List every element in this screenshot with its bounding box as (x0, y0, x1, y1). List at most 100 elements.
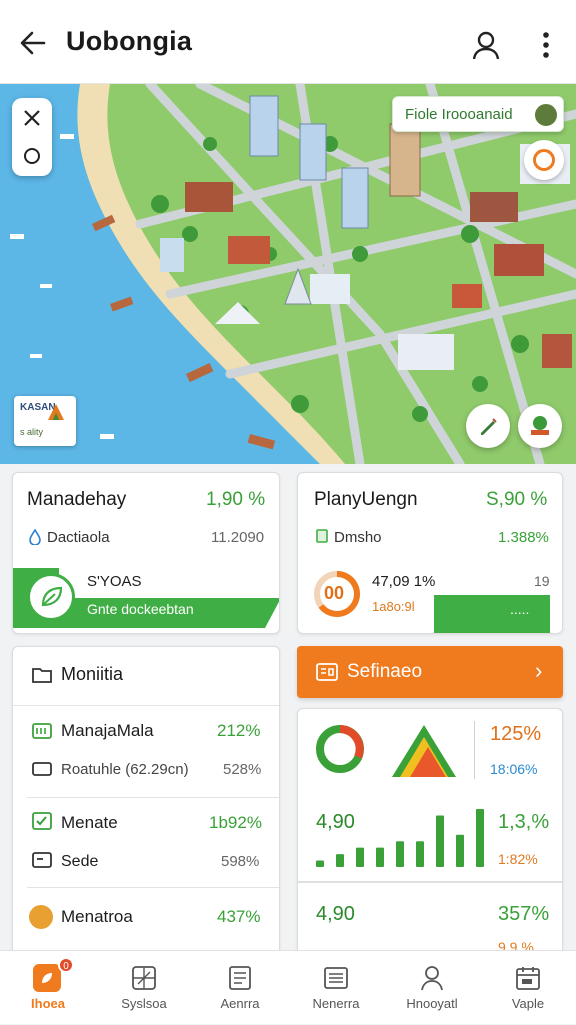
nav-item-systems[interactable]: Syslsoa (96, 951, 192, 1025)
gauge-text: 00 (324, 583, 345, 603)
nav-item-schedule[interactable]: Vaple (480, 951, 576, 1025)
map-info-tag[interactable]: Fiole Iroooanaid (392, 96, 564, 132)
app-bar: Uobongia (0, 0, 576, 84)
layers-button[interactable] (518, 404, 562, 448)
analytics-row2-sub: 1:82% (498, 851, 538, 867)
map-marker-button[interactable] (524, 140, 564, 180)
close-icon[interactable] (22, 108, 42, 128)
analytics-row1-value: 125% (490, 723, 542, 745)
bar (376, 847, 384, 867)
card2-progress-bar (434, 595, 550, 633)
card2-sub-label: Dmsho (334, 529, 382, 546)
bar (336, 854, 344, 867)
document-small-icon (316, 529, 328, 543)
nav-label: Syslsoa (121, 996, 167, 1011)
card2-stat-label: 47,09 1% (372, 573, 436, 590)
analytics-row3-value: 357% (498, 903, 550, 925)
checklist-icon (32, 812, 52, 830)
card2-sub-value: 1.388% (498, 529, 549, 546)
battery-icon (32, 723, 52, 739)
nav-label: Hnooyatl (406, 996, 458, 1011)
avatar (533, 102, 559, 128)
document-icon (229, 966, 251, 990)
divider (27, 887, 279, 888)
list-item-value: 1b92% (209, 813, 262, 832)
list-item[interactable]: ManajaMala 212% (13, 707, 279, 747)
user-icon[interactable] (470, 29, 502, 61)
more-menu-icon[interactable] (533, 30, 559, 60)
card1-chip-label: S'YOAS (87, 573, 142, 590)
locate-icon[interactable] (22, 146, 42, 166)
card1-sub-value: 11.2090 (211, 529, 265, 546)
bar (456, 834, 464, 867)
bar (356, 847, 364, 867)
settings-cta-button[interactable]: Sefinaeo › (297, 646, 563, 698)
nav-item-area[interactable]: Aenrra (192, 951, 288, 1025)
calendar-icon (516, 967, 540, 990)
logo-mark-icon (48, 404, 64, 420)
marker-icon (533, 149, 555, 171)
nav-label: Ihoea (31, 996, 65, 1011)
bar-chart (316, 809, 484, 867)
nav-label: Vaple (511, 996, 545, 1011)
leaf-small-icon (42, 973, 52, 983)
window-icon (32, 852, 52, 868)
drop-icon (29, 529, 41, 545)
map-logo-line2: s ality (20, 427, 44, 437)
city-map[interactable]: Fiole Iroooanaid KASAN s ality (0, 84, 576, 464)
nav-item-profile[interactable]: Hnooyatl (384, 951, 480, 1025)
cta-label: Sefinaeo (347, 661, 423, 682)
nav-item-general[interactable]: Nenerra (288, 951, 384, 1025)
edit-map-button[interactable] (466, 404, 510, 448)
card2-value: S,90 % (486, 489, 548, 510)
bar (396, 841, 404, 867)
back-arrow-icon[interactable] (18, 28, 48, 58)
coin-icon (29, 905, 53, 929)
card2-stat-right: 19 (534, 573, 550, 589)
stat-card-1[interactable]: Manadehay 1,90 % Dactiaola 11.2090 S'YOA… (12, 472, 280, 634)
list-item-value: 212% (217, 721, 261, 740)
nav-item-home[interactable]: 0 Ihoea (0, 951, 96, 1025)
folder-icon (32, 668, 52, 683)
card1-bar-label: Gnte dockeebtan (87, 601, 194, 617)
list-item-value: 437% (217, 907, 261, 926)
list-item[interactable]: Menate 1b92% (13, 801, 279, 841)
list-item-label: Roatuhle (62.29cn) (61, 761, 189, 778)
monitor-list-card: Moniitia ManajaMala 212% Roatuhle (62.29… (12, 646, 280, 956)
bar (436, 815, 444, 867)
list-item[interactable]: Sede 598% (13, 841, 279, 881)
card2-stat-small: 1a8o:9l (372, 599, 415, 614)
list-item-label: Sede (61, 853, 99, 870)
card2-dots: ..... (510, 601, 530, 617)
map-logo: KASAN s ality (14, 396, 76, 446)
page-title: Uobongia (66, 26, 193, 56)
card2-title: PlanyUengn (314, 489, 418, 510)
divider (298, 881, 562, 883)
list-item[interactable]: Menatroa 437% (13, 897, 279, 937)
divider (27, 797, 279, 798)
divider (474, 721, 475, 779)
map-icon (132, 966, 156, 990)
bar (476, 809, 484, 867)
chevron-right-icon: › (535, 658, 543, 683)
tree-icon (531, 416, 549, 435)
list-icon (324, 967, 348, 989)
list-item-value: 528% (223, 761, 262, 778)
card1-value: 1,90 % (206, 489, 266, 510)
map-tag-label: Fiole Iroooanaid (405, 106, 513, 123)
analytics-card: 125% 18:06% 4,90 1,3,% 1:82% 4,90 357% 9… (297, 708, 563, 956)
leaf-icon (41, 586, 63, 607)
list-item[interactable]: Roatuhle (62.29cn) 528% (13, 747, 279, 791)
card1-sub-label: Dactiaola (47, 529, 110, 546)
stat-card-2[interactable]: PlanyUengn S,90 % Dmsho 1.388% 00 47,09 … (297, 472, 563, 634)
divider (13, 705, 279, 706)
nav-badge: 0 (58, 957, 74, 973)
bar (316, 860, 324, 867)
list-item-label: Menate (61, 813, 118, 832)
analytics-row2-value: 1,3,% (498, 811, 550, 833)
bar (416, 841, 424, 867)
list-item-label: Menatroa (61, 907, 133, 926)
nav-label: Aenrra (220, 996, 260, 1011)
list-item-label: ManajaMala (61, 721, 154, 740)
list-item-value: 598% (221, 853, 260, 870)
